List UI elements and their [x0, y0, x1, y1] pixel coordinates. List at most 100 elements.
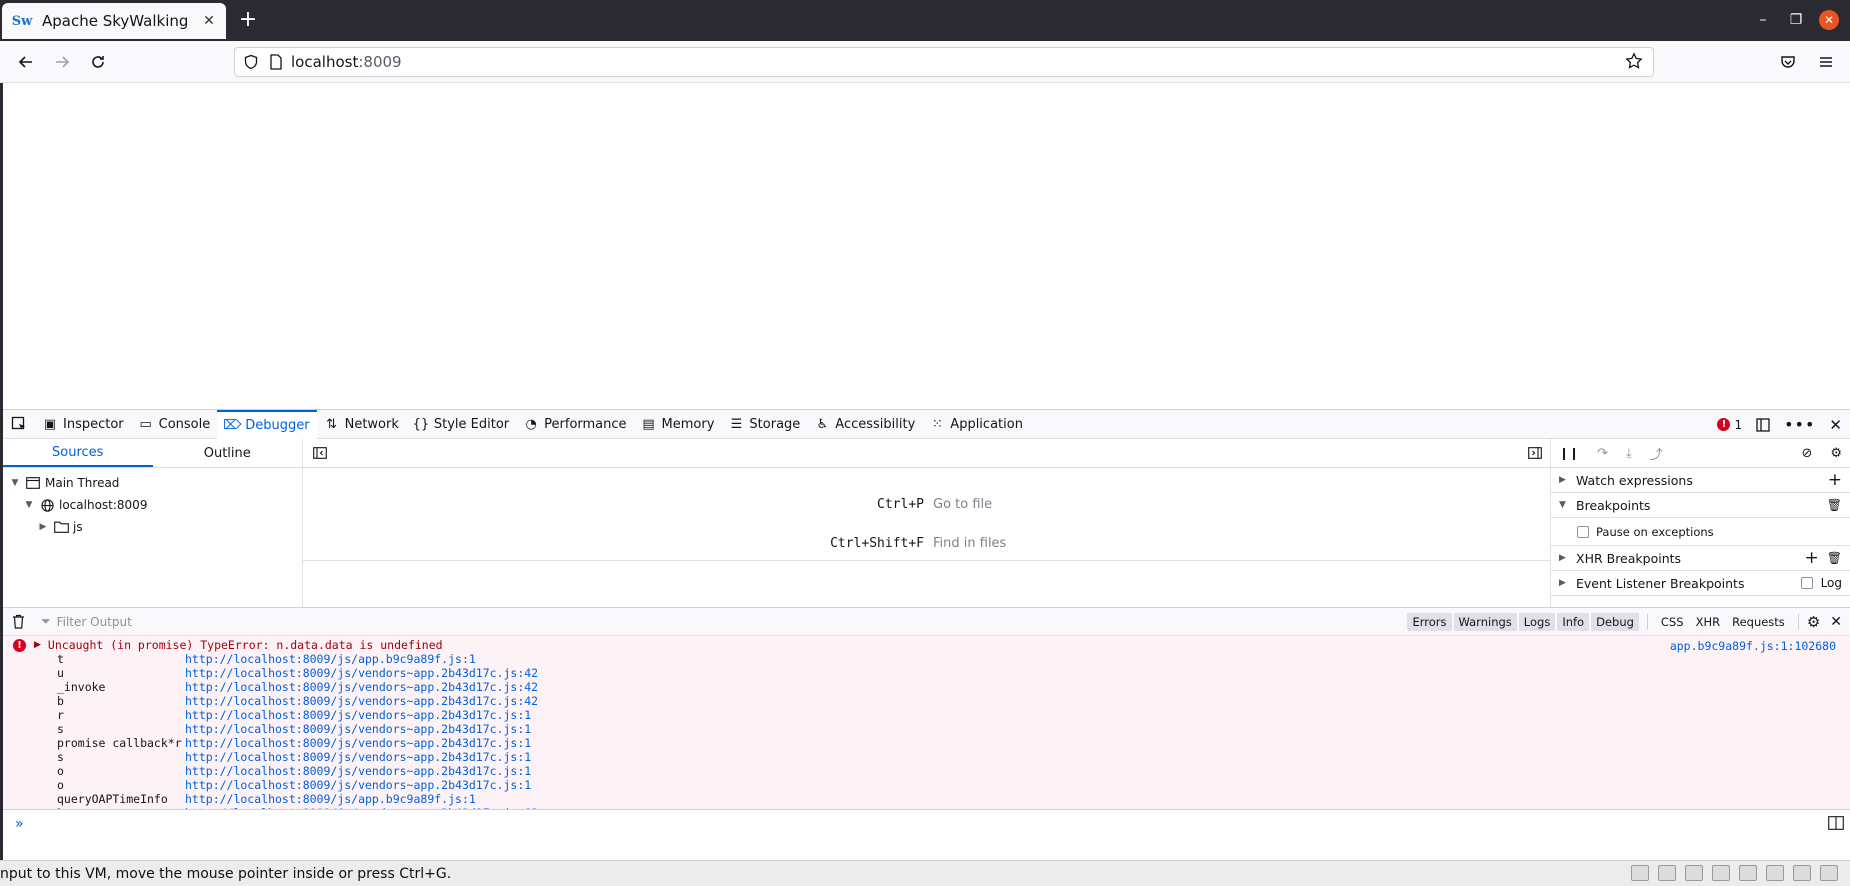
tab-console[interactable]: ▭ Console [131, 410, 218, 439]
back-button[interactable] [14, 50, 38, 74]
breakpoints-header[interactable]: ▼ Breakpoints 🗑 [1551, 493, 1850, 518]
tree-item-main-thread[interactable]: ▼ Main Thread [3, 472, 302, 494]
pause-icon[interactable]: ❙❙ [1559, 446, 1579, 460]
tab-outline[interactable]: Outline [153, 439, 303, 467]
log-checkbox[interactable] [1800, 577, 1813, 589]
page-content[interactable] [3, 83, 1850, 409]
printer-icon[interactable] [1739, 865, 1757, 881]
url-bar[interactable]: localhost:8009 [234, 47, 1654, 77]
frame-source-link[interactable]: http://localhost:8009/js/vendors~app.2b4… [185, 708, 531, 722]
editor-mode-icon[interactable] [1828, 816, 1844, 830]
frame-source-link[interactable]: http://localhost:8009/js/vendors~app.2b4… [185, 736, 531, 750]
error-source-link[interactable]: app.b9c9a89f.js:1:102680 [1670, 639, 1836, 653]
trash-icon[interactable]: 🗑 [1827, 498, 1842, 512]
frame-source-link[interactable]: http://localhost:8009/js/app.b9c9a89f.js… [185, 652, 476, 666]
tab-network[interactable]: ⇅ Network [317, 410, 406, 439]
tab-sources[interactable]: Sources [3, 439, 153, 467]
tab-style-editor[interactable]: {} Style Editor [406, 410, 516, 439]
navigation-bar: localhost:8009 [0, 41, 1850, 83]
tree-item-host[interactable]: ▼ localhost:8009 [3, 494, 302, 516]
window-close-button[interactable]: ✕ [1819, 10, 1839, 30]
more-options-icon[interactable]: ••• [1784, 415, 1815, 434]
frame-source-link[interactable]: http://localhost:8009/js/app.b9c9a89f.js… [185, 792, 476, 806]
tab-debugger[interactable]: ⌦ Debugger [217, 409, 317, 439]
error-message[interactable]: ! ▶ Uncaught (in promise) TypeError: n.d… [13, 638, 443, 652]
debugger-settings-icon[interactable]: ⚙ [1830, 446, 1842, 461]
console-settings-icon[interactable]: ⚙ [1807, 613, 1820, 631]
shortcut-key: Ctrl+P [877, 497, 924, 512]
add-watch-icon[interactable]: + [1828, 470, 1842, 490]
menu-icon[interactable] [1814, 50, 1838, 74]
error-count-badge[interactable]: ! 1 [1717, 418, 1742, 432]
frame-source-link[interactable]: http://localhost:8009/js/vendors~app.2b4… [185, 778, 531, 792]
filter-debug[interactable]: Debug [1591, 613, 1639, 631]
pause-on-exceptions-option[interactable]: Pause on exceptions [1551, 518, 1850, 546]
close-split-console-icon[interactable]: ✕ [1830, 614, 1842, 630]
forward-button[interactable] [50, 50, 74, 74]
vm-status-text: nput to this VM, move the mouse pointer … [0, 865, 452, 882]
filter-css[interactable]: CSS [1656, 613, 1689, 631]
toggle-sources-icon[interactable] [313, 446, 327, 460]
deactivate-breakpoints-icon[interactable]: ⊘ [1801, 446, 1812, 461]
expanded-arrow-icon: ▼ [25, 500, 33, 510]
tab-inspector[interactable]: ▣ Inspector [35, 410, 131, 439]
error-text: Uncaught (in promise) TypeError: n.data.… [47, 638, 443, 652]
filter-input[interactable]: Filter Output [57, 615, 132, 629]
step-in-icon[interactable]: ⤓ [1626, 446, 1632, 461]
optical-drive-icon[interactable] [1658, 865, 1676, 881]
frame-source-link[interactable]: http://localhost:8009/js/vendors~app.2b4… [185, 750, 531, 764]
element-picker-icon[interactable] [3, 410, 35, 439]
bookmark-star-icon[interactable] [1625, 52, 1643, 70]
dock-icon[interactable] [1756, 417, 1770, 432]
tab-accessibility[interactable]: ♿ Accessibility [807, 410, 922, 439]
step-out-icon[interactable]: ⤴ [1650, 444, 1663, 463]
console-input[interactable]: » [3, 810, 1850, 860]
hard-disk-icon[interactable] [1631, 865, 1649, 881]
frame-source-link[interactable]: http://localhost:8009/js/vendors~app.2b4… [185, 666, 538, 680]
shield-icon[interactable] [243, 54, 259, 70]
toggle-sidebar-icon[interactable] [1528, 446, 1542, 460]
pocket-icon[interactable] [1776, 50, 1800, 74]
frame-source-link[interactable]: http://localhost:8009/js/vendors~app.2b4… [185, 764, 531, 778]
event-listener-breakpoints-header[interactable]: ▶ Event Listener Breakpoints Log [1551, 571, 1850, 596]
network-icon: ⇅ [326, 416, 338, 432]
settings-icon[interactable] [1793, 865, 1811, 881]
xhr-breakpoints-header[interactable]: ▶ XHR Breakpoints + 🗑 [1551, 546, 1850, 571]
frame-source-link[interactable]: http://localhost:8009/js/vendors~app.2b4… [185, 694, 538, 708]
frame-source-link[interactable]: http://localhost:8009/js/vendors~app.2b4… [185, 680, 538, 694]
filter-xhr[interactable]: XHR [1691, 613, 1726, 631]
filter-requests[interactable]: Requests [1727, 613, 1790, 631]
network-adapter-icon[interactable] [1685, 865, 1703, 881]
tab-application[interactable]: ⁙ Application [922, 410, 1030, 439]
page-icon[interactable] [269, 54, 283, 70]
filter-errors[interactable]: Errors [1407, 613, 1452, 631]
tree-item-js-folder[interactable]: ▶ js [3, 516, 302, 538]
tab-performance[interactable]: ◔ Performance [516, 410, 633, 439]
tab-storage[interactable]: ☰ Storage [721, 410, 807, 439]
filter-info[interactable]: Info [1557, 613, 1590, 631]
browser-tab[interactable]: Sw Apache SkyWalking ✕ [2, 3, 226, 39]
browser-title-bar: Sw Apache SkyWalking ✕ + – ❐ ✕ [0, 0, 1850, 41]
new-tab-button[interactable]: + [238, 9, 258, 31]
restore-button[interactable]: ❐ [1786, 10, 1806, 30]
clear-console-icon[interactable] [12, 614, 25, 629]
watch-expressions-header[interactable]: ▶ Watch expressions + [1551, 468, 1850, 493]
tab-memory[interactable]: ▤ Memory [634, 410, 722, 439]
minimize-button[interactable]: – [1753, 10, 1773, 30]
close-devtools-icon[interactable]: ✕ [1829, 416, 1842, 434]
pause-on-exceptions-checkbox[interactable] [1577, 525, 1589, 538]
tab-close-icon[interactable]: ✕ [200, 12, 218, 30]
filter-warnings[interactable]: Warnings [1453, 613, 1517, 631]
audio-icon[interactable] [1766, 865, 1784, 881]
shortcut-desc: Go to file [933, 497, 993, 512]
add-xhr-icon[interactable]: + [1805, 548, 1819, 568]
usb-icon[interactable] [1712, 865, 1730, 881]
frame-source-link[interactable]: http://localhost:8009/js/vendors~app.2b4… [185, 722, 531, 736]
filter-logs[interactable]: Logs [1518, 613, 1556, 631]
reload-button[interactable] [86, 50, 110, 74]
step-over-icon[interactable]: ↷ [1597, 446, 1608, 461]
display-icon[interactable] [1820, 865, 1838, 881]
collapsed-arrow-icon[interactable]: ▶ [34, 640, 41, 650]
console-filter[interactable]: ⏷ Filter Output [41, 614, 132, 629]
trash-icon[interactable]: 🗑 [1827, 551, 1842, 565]
